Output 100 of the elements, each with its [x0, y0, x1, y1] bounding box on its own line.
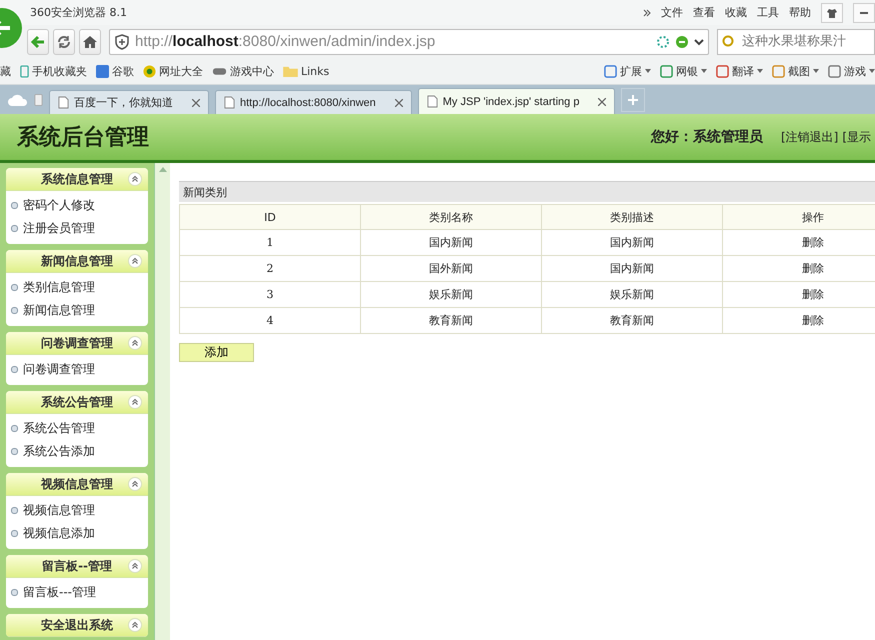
scrollbar[interactable] — [154, 163, 170, 640]
table-cell: 国内新闻 — [610, 236, 654, 249]
bookmark-link[interactable]: 游戏中心 — [212, 64, 274, 78]
collapse-toggle-icon[interactable] — [128, 618, 142, 632]
page-icon — [224, 96, 235, 109]
delete-link[interactable]: 删除 — [802, 262, 824, 275]
back-button[interactable] — [27, 28, 49, 54]
search-icon — [722, 34, 736, 48]
column-header: 操作 — [722, 204, 875, 230]
menu-panel-header[interactable]: 视频信息管理 — [6, 473, 148, 496]
bookmark-link[interactable]: 手机收藏夹 — [20, 64, 87, 78]
browser-tab[interactable]: http://localhost:8080/xinwen — [215, 90, 412, 114]
table-cell: 4 — [266, 314, 274, 327]
collapse-toggle-icon[interactable] — [128, 336, 142, 350]
table-cell: 国内新闻 — [429, 236, 473, 249]
toolbar-button[interactable]: 翻译 — [716, 64, 763, 78]
shield-icon — [114, 34, 130, 50]
sidebar-link[interactable]: 密码个人修改 — [6, 194, 148, 217]
add-button[interactable]: 添加 — [179, 343, 254, 362]
menu-panel-header[interactable]: 系统信息管理 — [6, 168, 148, 191]
menu-item[interactable]: 帮助 — [789, 5, 811, 20]
sidebar-link[interactable]: 注册会员管理 — [6, 217, 148, 240]
search-input[interactable]: 这种水果堪称果汁 — [740, 33, 874, 50]
letter-tile-icon — [96, 64, 109, 78]
sidebar-link[interactable]: 类别信息管理 — [6, 276, 148, 299]
menu-item[interactable]: 工具 — [757, 5, 779, 20]
minimize-button[interactable] — [853, 2, 875, 22]
sidebar-link[interactable]: 系统公告添加 — [6, 440, 148, 463]
back-arrow-icon — [30, 34, 46, 50]
tool-icon — [772, 64, 785, 78]
home-icon — [82, 34, 98, 50]
table-cell: 2 — [266, 262, 274, 275]
bookmark-link[interactable]: 网址大全 — [143, 64, 203, 78]
delete-link[interactable]: 删除 — [802, 288, 824, 301]
caret-icon — [645, 69, 651, 73]
browser-tab[interactable]: My JSP 'index.jsp' starting p — [418, 88, 616, 114]
browser-tab[interactable]: 百度一下，你就知道 — [49, 90, 209, 114]
bookmark-link[interactable]: 藏 — [0, 64, 11, 78]
bookmark-link[interactable]: Links — [283, 64, 330, 78]
table-cell: 教育新闻 — [429, 314, 473, 327]
header-link[interactable]: [注销退出] — [780, 128, 838, 146]
page-title: 系统后台管理 — [17, 123, 150, 152]
page-icon — [58, 96, 69, 109]
folder-icon — [283, 66, 298, 76]
table-cell: 教育新闻 — [610, 314, 654, 327]
sidebar-link[interactable]: 系统公告管理 — [6, 417, 148, 440]
close-tab-icon[interactable] — [394, 98, 403, 106]
delete-link[interactable]: 删除 — [802, 236, 824, 249]
loading-icon — [656, 34, 670, 48]
menu-panel-header[interactable]: 安全退出系统 — [6, 614, 148, 637]
tool-icon — [716, 64, 729, 78]
sidebar-link[interactable]: 视频信息管理 — [6, 499, 148, 522]
refresh-button[interactable] — [53, 28, 75, 54]
collapse-toggle-icon[interactable] — [128, 477, 142, 491]
caret-icon — [757, 69, 763, 73]
close-tab-icon[interactable] — [598, 98, 606, 106]
browser-title: 360安全浏览器 8.1 — [30, 5, 128, 20]
refresh-icon — [56, 34, 72, 50]
tool-icon — [828, 64, 841, 78]
more-icon[interactable] — [643, 8, 651, 16]
section-title: 新闻类别 — [179, 181, 875, 202]
tool-icon — [660, 64, 673, 78]
menu-panel-header[interactable]: 新闻信息管理 — [6, 250, 148, 273]
sidebar-link[interactable]: 新闻信息管理 — [6, 299, 148, 322]
menu-panel-header[interactable]: 系统公告管理 — [6, 391, 148, 414]
minimize-icon — [860, 12, 868, 14]
tool-icon — [604, 64, 617, 78]
delete-link[interactable]: 删除 — [802, 314, 824, 327]
table-cell: 国外新闻 — [429, 262, 473, 275]
toolbar-button[interactable]: 网银 — [660, 64, 707, 78]
home-button[interactable] — [79, 28, 101, 54]
collapse-toggle-icon[interactable] — [128, 172, 142, 186]
menu-panel-header[interactable]: 问卷调查管理 — [6, 332, 148, 355]
caret-icon — [869, 69, 875, 73]
menu-item[interactable]: 查看 — [693, 5, 715, 20]
bookmark-link[interactable]: 谷歌 — [96, 64, 134, 78]
skin-button[interactable] — [821, 2, 843, 22]
collapse-toggle-icon[interactable] — [128, 395, 142, 409]
search-field[interactable]: 这种水果堪称果汁 — [717, 28, 875, 54]
plus-icon — [627, 94, 640, 106]
sidebar-link[interactable]: 视频信息添加 — [6, 522, 148, 545]
sidebar-link[interactable]: 问卷调查管理 — [6, 358, 148, 381]
menu-item[interactable]: 文件 — [661, 5, 683, 20]
toolbar-button[interactable]: 扩展 — [604, 64, 651, 78]
menu-item[interactable]: 收藏 — [725, 5, 747, 20]
table-cell: 3 — [266, 288, 274, 301]
dropdown-caret-icon[interactable] — [694, 36, 704, 46]
collapse-toggle-icon[interactable] — [128, 559, 142, 573]
collapse-toggle-icon[interactable] — [128, 254, 142, 268]
header-link[interactable]: [显示 — [842, 128, 871, 146]
close-tab-icon[interactable] — [192, 98, 200, 106]
caret-icon — [813, 69, 819, 73]
table-cell: 国内新闻 — [610, 262, 654, 275]
column-header: ID — [180, 204, 360, 230]
toolbar-button[interactable]: 游戏 — [828, 64, 875, 78]
column-header: 类别描述 — [542, 204, 722, 230]
menu-panel-header[interactable]: 留言板--管理 — [6, 555, 148, 578]
toolbar-button[interactable]: 截图 — [772, 64, 819, 78]
sidebar-link[interactable]: 留言板---管理 — [6, 581, 148, 604]
address-field[interactable]: http://localhost:8080/xinwen/admin/index.jsp — [109, 28, 709, 54]
